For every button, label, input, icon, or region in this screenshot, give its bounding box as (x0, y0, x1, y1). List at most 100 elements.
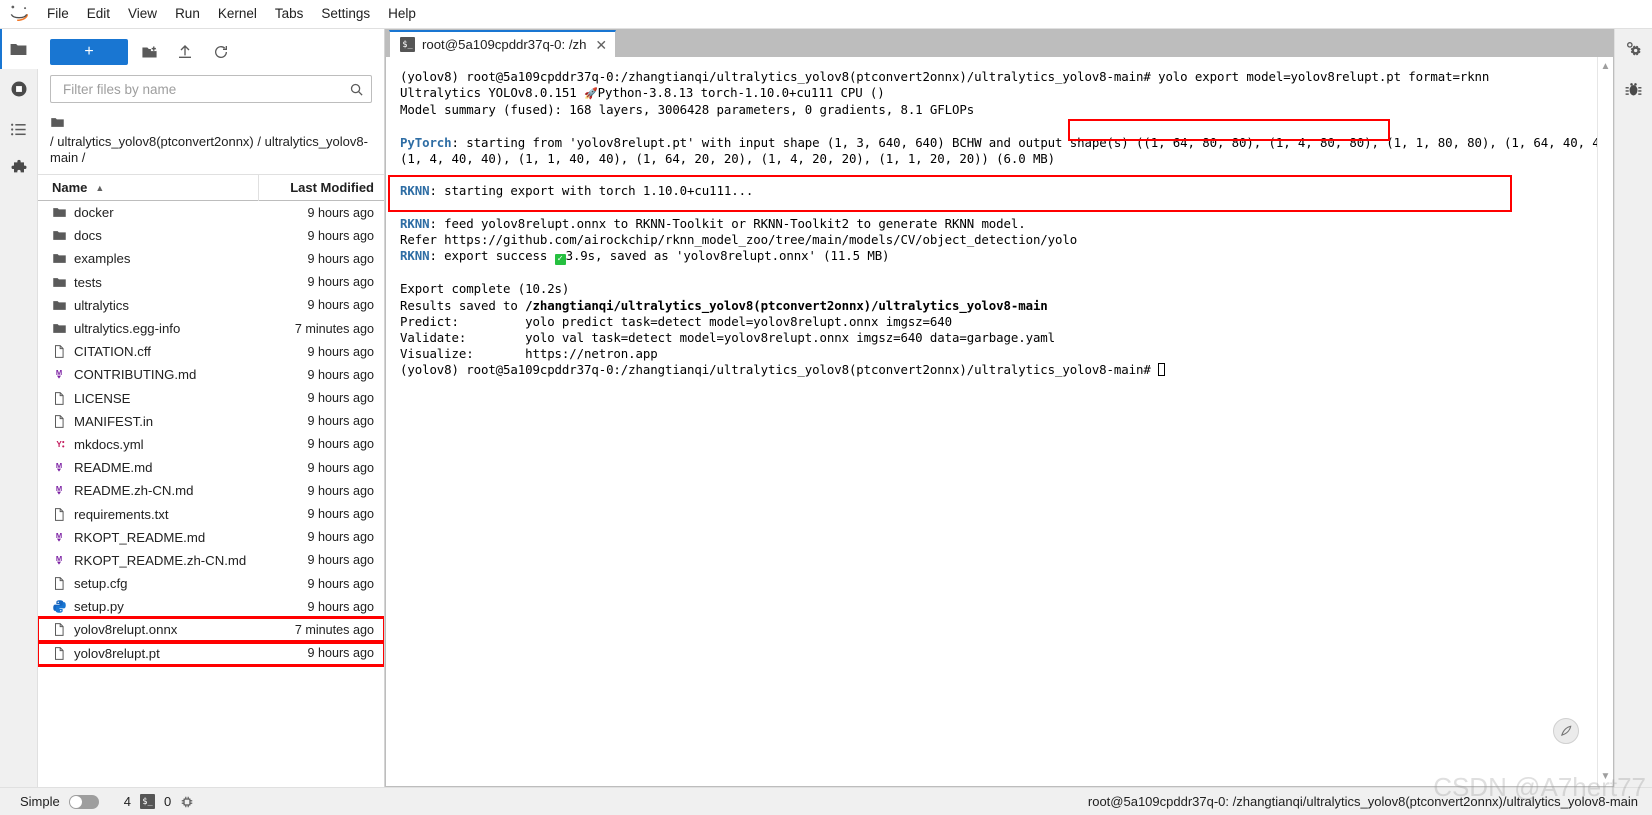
file-modified: 7 minutes ago (294, 321, 374, 336)
column-header-name[interactable]: Name ▲ (52, 180, 258, 195)
menu-bar: File Edit View Run Kernel Tabs Settings … (0, 0, 1652, 29)
terminal-line-export-complete: Export complete (10.2s) (400, 281, 570, 297)
file-list-item[interactable]: M RKOPT_README.zh-CN.md 9 hours ago (38, 549, 384, 572)
file-list-item[interactable]: M CONTRIBUTING.md 9 hours ago (38, 363, 384, 386)
terminal-count: 0 (163, 794, 172, 809)
folder-icon[interactable] (50, 115, 65, 130)
folder-icon (52, 321, 74, 336)
pytorch-body: : starting from 'yolov8relupt.pt' with i… (451, 134, 1597, 150)
breadcrumb-path[interactable]: / ultralytics_yolov8(ptconvert2onnx) / u… (50, 134, 372, 166)
ultralytics-version: Ultralytics YOLOv8.0.151 (400, 85, 584, 101)
file-list-item[interactable]: ultralytics 9 hours ago (38, 294, 384, 317)
markdown-icon: M (52, 553, 74, 568)
pytorch-body-cont: (1, 4, 40, 40), (1, 1, 40, 40), (1, 64, … (400, 151, 1056, 167)
file-list-item[interactable]: Ymkdocs.yml 9 hours ago (38, 433, 384, 456)
menu-tabs[interactable]: Tabs (266, 0, 313, 28)
main-area: $_ root@5a109cpddr37q-0: /zh ✕ (yolov8) … (385, 29, 1614, 787)
menu-run[interactable]: Run (166, 0, 209, 28)
file-list-item[interactable]: yolov8relupt.onnx 7 minutes ago (38, 616, 384, 644)
file-list-item[interactable]: docs 9 hours ago (38, 224, 384, 247)
search-input[interactable] (61, 80, 349, 98)
file-list-item[interactable]: M README.zh-CN.md 9 hours ago (38, 479, 384, 502)
activity-bar (0, 29, 38, 787)
menu-view[interactable]: View (119, 0, 166, 28)
rknn-feed-text: : feed yolov8relupt.onnx to RKNN-Toolkit… (429, 215, 1026, 231)
jupyter-logo-icon (0, 0, 38, 28)
new-launcher-button[interactable]: + (50, 39, 128, 65)
simple-mode-toggle[interactable] (68, 794, 99, 809)
file-icon (52, 344, 74, 359)
list-icon (9, 120, 28, 139)
menu-kernel[interactable]: Kernel (209, 0, 266, 28)
new-folder-icon[interactable] (134, 39, 164, 65)
menu-help[interactable]: Help (379, 0, 425, 28)
file-name: CONTRIBUTING.md (74, 367, 197, 383)
sort-ascending-icon: ▲ (95, 182, 105, 193)
refresh-icon[interactable] (206, 39, 236, 65)
file-modified: 9 hours ago (307, 298, 374, 313)
file-list-item[interactable]: LICENSE 9 hours ago (38, 387, 384, 410)
terminal-line-rknn2: RKNN: feed yolov8relupt.onnx to RKNN-Too… (400, 216, 1026, 231)
column-header-last-modified[interactable]: Last Modified (258, 174, 374, 201)
sidebar-item-debugger[interactable] (1615, 69, 1652, 109)
file-icon (52, 576, 74, 591)
upload-icon[interactable] (170, 39, 200, 65)
file-name: ultralytics.egg-info (74, 321, 181, 337)
sidebar-item-file-browser[interactable] (0, 29, 38, 69)
sidebar-item-extension-manager[interactable] (0, 149, 38, 189)
file-list-item[interactable]: ultralytics.egg-info 7 minutes ago (38, 317, 384, 340)
terminal-icon[interactable]: $_ (139, 794, 155, 809)
file-name: requirements.txt (74, 506, 169, 522)
yaml-icon: Y (52, 437, 74, 452)
tab-label: root@5a109cpddr37q-0: /zh (422, 37, 587, 52)
file-list-item[interactable]: docker 9 hours ago (38, 201, 384, 224)
file-icon (52, 622, 74, 637)
file-list-item[interactable]: setup.cfg 9 hours ago (38, 572, 384, 595)
file-list-item[interactable]: MANIFEST.in 9 hours ago (38, 410, 384, 433)
file-list-item[interactable]: tests 9 hours ago (38, 271, 384, 294)
folder-icon (52, 228, 74, 243)
file-list-item[interactable]: yolov8relupt.pt 9 hours ago (38, 639, 384, 667)
gear-icon (1624, 39, 1644, 59)
rocket-icon: 🚀 (584, 87, 598, 101)
cpu-icon[interactable] (180, 795, 194, 809)
sidebar-item-table-of-contents[interactable] (0, 109, 38, 149)
tab-terminal[interactable]: $_ root@5a109cpddr37q-0: /zh ✕ (389, 30, 617, 57)
launcher-fab-button[interactable] (1553, 718, 1579, 744)
terminal-icon: $_ (400, 37, 415, 52)
status-bar: Simple 4 $_ 0 root@5a109cpddr37q-0: /zha… (0, 772, 1652, 815)
file-list-item[interactable]: examples 9 hours ago (38, 247, 384, 270)
file-list-item[interactable]: CITATION.cff 9 hours ago (38, 340, 384, 363)
scrollbar-thumb[interactable] (1601, 75, 1610, 768)
file-list-item[interactable]: requirements.txt 9 hours ago (38, 502, 384, 525)
scroll-up-icon[interactable]: ▲ (1601, 61, 1611, 72)
sidebar-item-running-terminals[interactable] (0, 69, 38, 109)
file-list-item[interactable]: M README.md 9 hours ago (38, 456, 384, 479)
sidebar-item-property-inspector[interactable] (1615, 29, 1652, 69)
terminal-output[interactable]: (yolov8) root@5a109cpddr37q-0:/zhangtian… (386, 57, 1597, 786)
rknn-success-text: : export success (429, 248, 555, 264)
search-icon (349, 82, 364, 97)
file-list-item[interactable]: setup.py 9 hours ago (38, 595, 384, 618)
check-icon: ✓ (554, 254, 566, 266)
file-modified: 9 hours ago (307, 367, 374, 382)
menu-edit[interactable]: Edit (78, 0, 119, 28)
rknn-success-detail: 3.9s, saved as 'yolov8relupt.onnx' (11.5… (565, 248, 890, 264)
file-list-item[interactable]: M RKOPT_README.md 9 hours ago (38, 526, 384, 549)
file-name: RKOPT_README.zh-CN.md (74, 552, 247, 568)
menu-settings[interactable]: Settings (312, 0, 379, 28)
breadcrumb[interactable]: / ultralytics_yolov8(ptconvert2onnx) / u… (38, 111, 384, 174)
terminal-scrollbar[interactable]: ▲ ▼ (1597, 57, 1613, 786)
pytorch-label: PyTorch (400, 134, 452, 150)
terminal-line-results: Results saved to /zhangtianqi/ultralytic… (400, 298, 1048, 313)
markdown-icon: M (52, 530, 74, 545)
terminal-line-refer: Refer https://github.com/airockchip/rknn… (400, 232, 1078, 248)
close-icon[interactable]: ✕ (595, 38, 607, 52)
terminal-panel: (yolov8) root@5a109cpddr37q-0:/zhangtian… (385, 57, 1614, 787)
menu-file[interactable]: File (38, 0, 78, 28)
file-modified: 9 hours ago (307, 576, 374, 591)
file-name: examples (74, 251, 131, 267)
terminal-line-prompt1: (yolov8) root@5a109cpddr37q-0:/zhangtian… (400, 69, 1489, 84)
scroll-down-icon[interactable]: ▼ (1601, 771, 1611, 782)
file-filter-box[interactable] (50, 75, 372, 103)
